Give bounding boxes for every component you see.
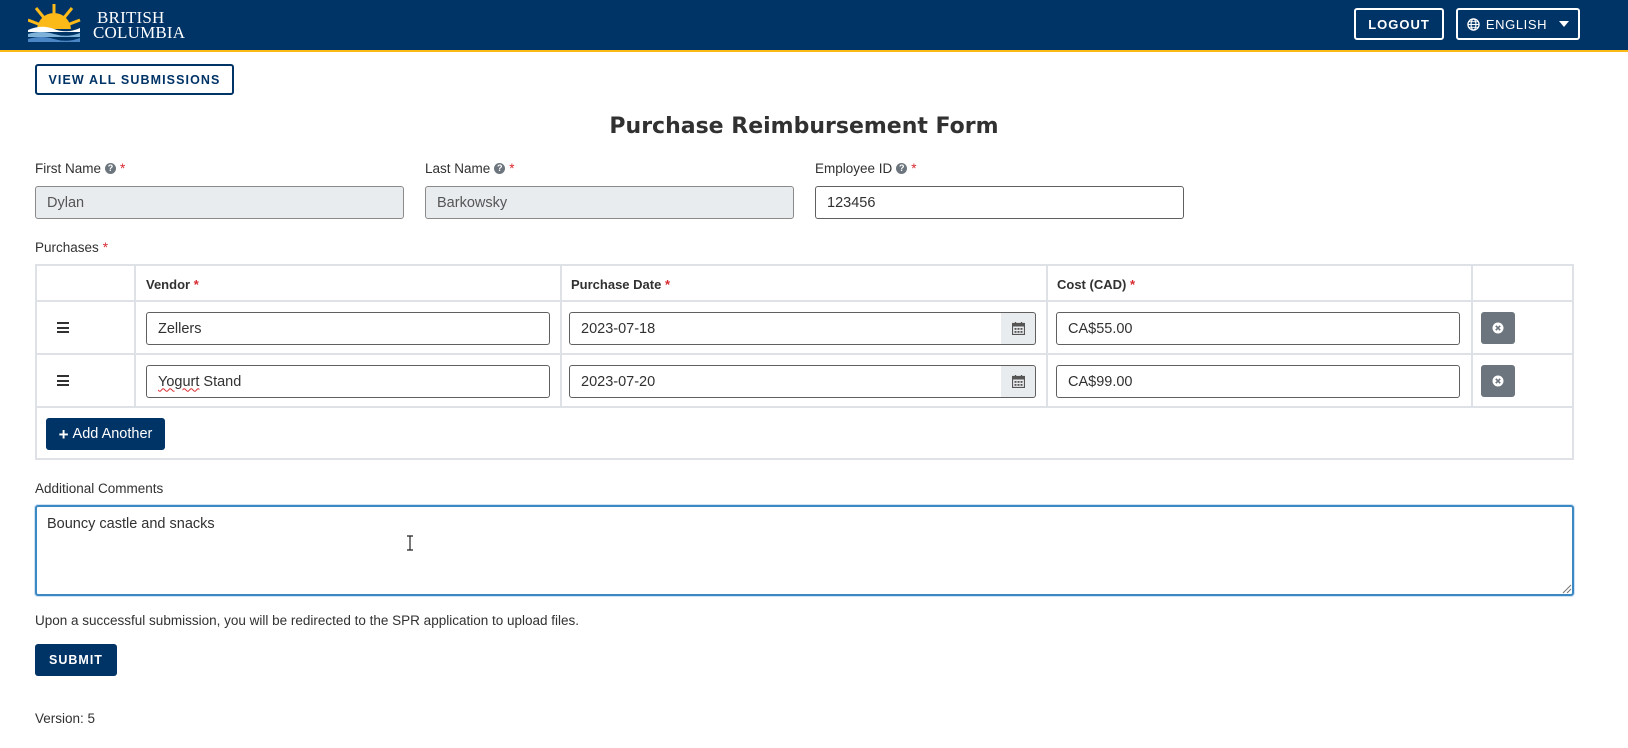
first-name-field[interactable] bbox=[35, 186, 404, 219]
calendar-icon bbox=[1011, 322, 1025, 335]
top-navbar: BRITISH COLUMBIA LOGOUT ENGLISH bbox=[0, 0, 1628, 52]
calendar-icon bbox=[1011, 375, 1025, 388]
table-footer bbox=[35, 406, 1574, 460]
column-header-label: Cost (CAD) bbox=[1057, 277, 1127, 292]
language-dropdown[interactable]: ENGLISH bbox=[1456, 8, 1580, 40]
remove-row-button[interactable] bbox=[1481, 312, 1515, 344]
logo-wordmark: BRITISH COLUMBIA bbox=[93, 9, 185, 41]
last-name-label: Last Name ? * bbox=[425, 161, 515, 176]
column-header-label: Purchase Date bbox=[571, 277, 662, 292]
bc-gov-logo[interactable]: BRITISH COLUMBIA bbox=[28, 4, 185, 46]
text-cursor-icon bbox=[407, 535, 413, 551]
required-marker: * bbox=[911, 161, 917, 176]
cost-input[interactable] bbox=[1056, 312, 1460, 345]
sun-logo-icon bbox=[28, 4, 81, 42]
language-label: ENGLISH bbox=[1485, 16, 1548, 32]
column-header-label: Vendor bbox=[146, 277, 191, 292]
required-marker: * bbox=[120, 161, 126, 176]
additional-comments-textarea[interactable]: Bouncy castle and snacks bbox=[35, 505, 1574, 596]
table-row bbox=[35, 353, 136, 408]
purchases-label: Purchases * bbox=[35, 240, 109, 255]
additional-comments-label: Additional Comments bbox=[35, 481, 164, 496]
vendor-input[interactable] bbox=[146, 312, 550, 345]
globe-icon bbox=[1467, 17, 1480, 31]
resize-handle-icon[interactable] bbox=[1560, 582, 1572, 594]
purchase-date-input[interactable] bbox=[569, 312, 1002, 345]
logout-button[interactable]: LOGOUT bbox=[1354, 8, 1444, 40]
table-row bbox=[35, 300, 136, 355]
table-header-cost: Cost (CAD) * bbox=[1046, 264, 1473, 302]
table-header-vendor: Vendor * bbox=[134, 264, 562, 302]
help-icon[interactable]: ? bbox=[494, 163, 506, 174]
last-name-field[interactable] bbox=[425, 186, 794, 219]
drag-handle-icon[interactable] bbox=[57, 375, 69, 389]
table-header-cell bbox=[35, 264, 136, 302]
drag-handle-icon[interactable] bbox=[57, 322, 69, 336]
chevron-down-icon bbox=[1559, 21, 1570, 27]
purchase-date-input[interactable] bbox=[569, 365, 1002, 398]
spellcheck-word: Yogurt bbox=[158, 373, 200, 390]
calendar-button[interactable] bbox=[1001, 365, 1036, 398]
help-icon[interactable]: ? bbox=[896, 163, 908, 174]
plus-icon: + bbox=[58, 424, 69, 444]
remove-row-button[interactable] bbox=[1481, 365, 1515, 397]
cost-input[interactable] bbox=[1056, 365, 1460, 398]
table-header-date: Purchase Date * bbox=[560, 264, 1048, 302]
calendar-button[interactable] bbox=[1001, 312, 1036, 345]
submit-button[interactable]: SUBMIT bbox=[35, 644, 117, 676]
employee-id-label: Employee ID ? * bbox=[815, 161, 917, 176]
required-marker: * bbox=[102, 240, 109, 255]
add-another-button[interactable]: + Add Another bbox=[46, 418, 165, 450]
help-icon[interactable]: ? bbox=[105, 163, 117, 174]
page-title: Purchase Reimbursement Form bbox=[609, 114, 999, 139]
required-marker: * bbox=[509, 161, 515, 176]
remove-circle-icon bbox=[1492, 375, 1504, 387]
version-label: Version: 5 bbox=[35, 711, 96, 726]
logo-line-2: COLUMBIA bbox=[93, 23, 186, 42]
view-all-submissions-button[interactable]: VIEW ALL SUBMISSIONS bbox=[35, 64, 234, 95]
redirect-note: Upon a successful submission, you will b… bbox=[35, 613, 580, 628]
remove-circle-icon bbox=[1492, 322, 1504, 334]
employee-id-field[interactable] bbox=[815, 186, 1184, 219]
first-name-label: First Name ? * bbox=[35, 161, 126, 176]
vendor-input[interactable]: Yogurt Stand bbox=[146, 365, 550, 398]
table-header-cell bbox=[1471, 264, 1574, 302]
